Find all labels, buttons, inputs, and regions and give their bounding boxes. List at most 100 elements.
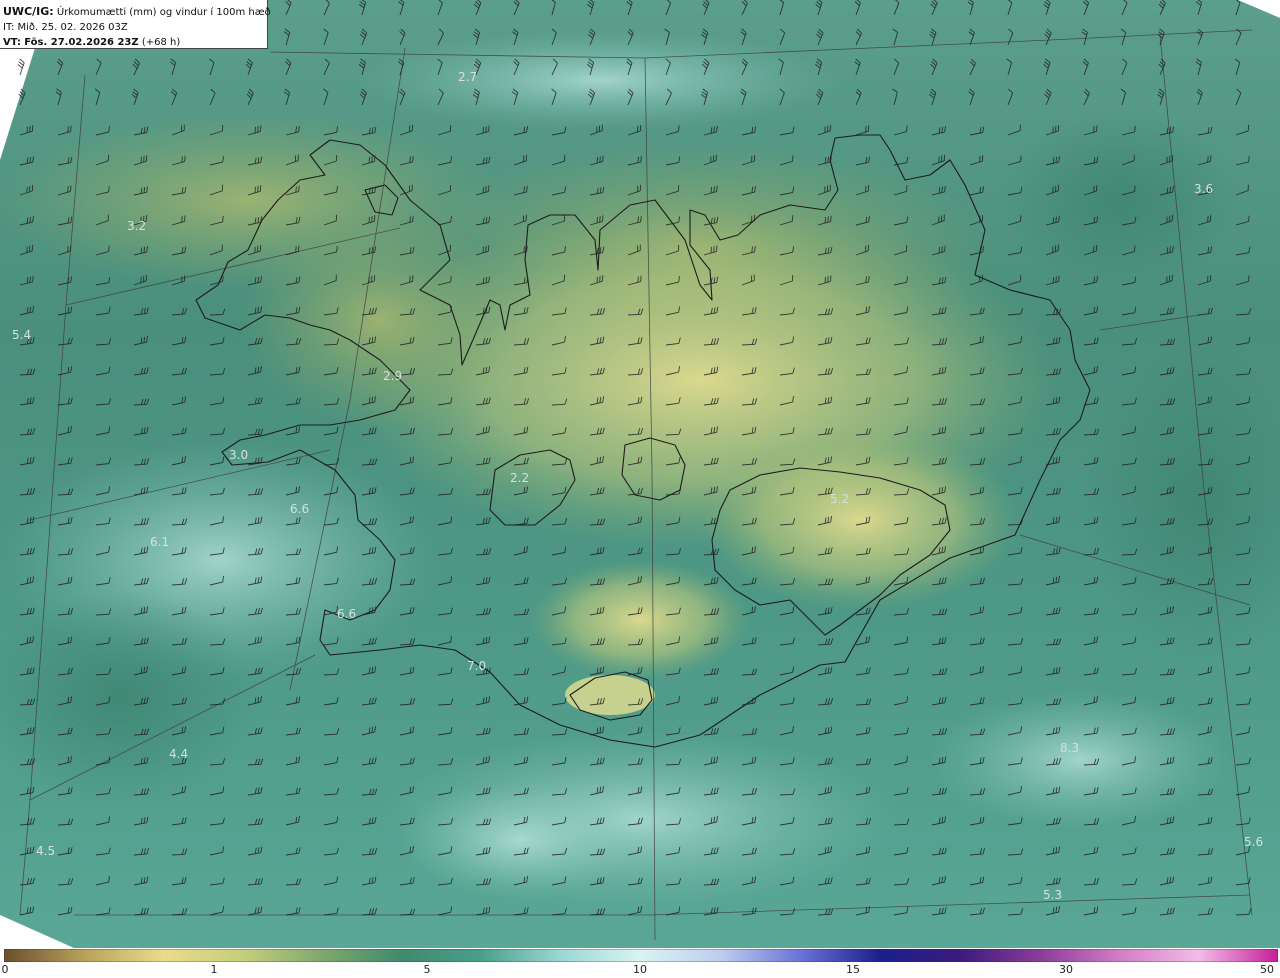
wind-barb-feather xyxy=(1058,275,1060,282)
colorbar-gradient xyxy=(4,949,1278,962)
wind-barb-feather xyxy=(716,185,718,192)
field-title: Úrkomumætti (mm) og vindur í 100m hæð xyxy=(56,7,271,18)
wind-barb-feather xyxy=(368,156,370,164)
wind-barb-feather xyxy=(938,247,941,254)
value-label-westfjords: 2.9 xyxy=(383,369,402,383)
wind-barb-feather xyxy=(67,186,69,193)
wind-barb-feather xyxy=(488,125,490,132)
colorbar-tick-1: 1 xyxy=(210,963,218,976)
wind-barb-feather xyxy=(637,276,639,283)
wind-barb-feather xyxy=(181,156,183,163)
colorbar-tick-5: 5 xyxy=(423,963,431,976)
wind-barb-feather xyxy=(1055,276,1057,283)
wind-barb-feather xyxy=(1093,126,1095,133)
value-label-south-coast: 7.0 xyxy=(467,659,486,673)
valid-prefix: VT: xyxy=(3,37,22,48)
wind-barb-feather xyxy=(1052,277,1055,284)
wind-barb-feather xyxy=(710,246,712,254)
wind-barb-feather xyxy=(1134,185,1136,192)
colorbar-tick-30: 30 xyxy=(1059,963,1073,976)
value-label-southeast-deep: 5.3 xyxy=(1043,888,1062,902)
wind-barb-feather xyxy=(824,276,826,284)
value-label-vatnajokull: 5.2 xyxy=(830,492,849,506)
wind-barb-feather xyxy=(792,155,794,162)
wind-barb-feather xyxy=(482,186,484,194)
value-label-south-sea: 4.4 xyxy=(169,747,188,761)
wind-barb-feather xyxy=(830,215,832,222)
wind-barb-feather xyxy=(599,216,601,223)
wind-barb-feather xyxy=(412,215,414,222)
value-label-southeast-sea: 5.6 xyxy=(1244,835,1263,849)
wind-barb-feather xyxy=(298,185,300,192)
wind-barb-feather xyxy=(298,245,300,252)
colorbar-tick-0: 0 xyxy=(1,963,9,976)
wind-barb-feather xyxy=(944,245,946,252)
colorbar-tick-15: 15 xyxy=(846,963,860,976)
title-line: UWC/IG: Úrkomumætti (mm) og vindur í 100… xyxy=(3,4,271,20)
wind-barb-feather xyxy=(184,215,186,222)
valid-time: Fös. 27.02.2026 23Z xyxy=(24,37,139,48)
wind-barb-feather xyxy=(678,125,680,132)
wind-barb-feather xyxy=(184,155,186,162)
wind-barb-feather xyxy=(1210,155,1212,162)
wind-barb-feather xyxy=(827,216,829,223)
wind-barb-feather xyxy=(1248,215,1250,222)
wind-barb-feather xyxy=(374,155,376,162)
wind-barb-feather xyxy=(640,275,642,282)
wind-barb-feather xyxy=(1207,156,1209,163)
weather-map: 3.2 5.4 3.0 6.6 6.1 6.6 4.4 4.5 3.6 5.6 … xyxy=(0,0,1280,948)
colorbar-tick-10: 10 xyxy=(633,963,647,976)
value-label-east-sea: 3.6 xyxy=(1194,182,1213,196)
wind-barb-feather xyxy=(599,156,601,163)
wind-barb-feather xyxy=(482,127,485,134)
wind-barb-feather xyxy=(181,216,183,223)
wind-barb-feather xyxy=(713,186,715,193)
wind-barb-feather xyxy=(596,157,599,164)
wind-barb-feather xyxy=(713,246,715,253)
wind-barb-feather xyxy=(257,126,259,133)
wind-barb-feather xyxy=(523,246,525,253)
wind-barb-feather xyxy=(906,185,908,192)
model-code: UWC/IG: xyxy=(3,5,54,18)
value-label-east-sea-south: 8.3 xyxy=(1060,741,1079,755)
lead-time: (+68 h) xyxy=(141,37,181,48)
colorbar-tick-50: 50 xyxy=(1260,963,1274,976)
wind-barb-feather xyxy=(602,215,604,222)
value-label-north-sea: 2.7 xyxy=(458,70,477,84)
wind-barb-feather xyxy=(602,155,604,162)
map-title-box: UWC/IG: Úrkomumætti (mm) og vindur í 100… xyxy=(0,0,271,50)
wind-barb-feather xyxy=(1134,245,1136,252)
wind-barb-feather xyxy=(67,126,69,133)
wind-barb-feather xyxy=(526,245,528,252)
wind-barb-feather xyxy=(485,126,487,133)
value-label-southwest-far: 6.1 xyxy=(150,535,169,549)
value-label-west-upper: 3.2 xyxy=(127,219,146,233)
wind-barb-feather xyxy=(108,245,110,252)
value-label-reykjanes-south: 6.6 xyxy=(337,607,356,621)
value-label-langjokull: 2.2 xyxy=(510,471,529,485)
wind-barb-feather xyxy=(409,276,411,283)
colorbar: 0 1 5 10 15 30 50 xyxy=(0,948,1280,978)
wind-barb-feather xyxy=(906,125,908,132)
wind-barb-feather xyxy=(70,185,72,192)
init-time: IT: Mið. 25. 02. 2026 03Z xyxy=(3,22,128,33)
valid-time-line: VT: Fös. 27.02.2026 23Z (+68 h) xyxy=(3,35,264,50)
wind-barb-feather xyxy=(710,187,713,194)
wind-barb-feather xyxy=(830,275,832,282)
wind-barb-feather xyxy=(1020,215,1022,222)
wind-barb-feather xyxy=(222,275,224,282)
wind-barb-feather xyxy=(1096,125,1098,132)
wind-barb-feather xyxy=(412,275,414,282)
wind-barb-feather xyxy=(941,246,943,253)
value-label-reykjanes-west: 6.6 xyxy=(290,502,309,516)
wind-barb-feather xyxy=(485,186,487,193)
wind-barb-feather xyxy=(70,125,72,132)
wind-barb-feather xyxy=(1020,155,1022,162)
wind-barb-feather xyxy=(260,125,262,132)
wind-barb-feather xyxy=(716,245,718,252)
value-label-south-sea-far: 4.5 xyxy=(36,844,55,858)
wind-barb-feather xyxy=(596,216,598,224)
wind-barb-feather xyxy=(295,246,297,253)
wind-barb-feather xyxy=(824,217,827,224)
value-label-snaefells: 3.0 xyxy=(229,448,248,462)
